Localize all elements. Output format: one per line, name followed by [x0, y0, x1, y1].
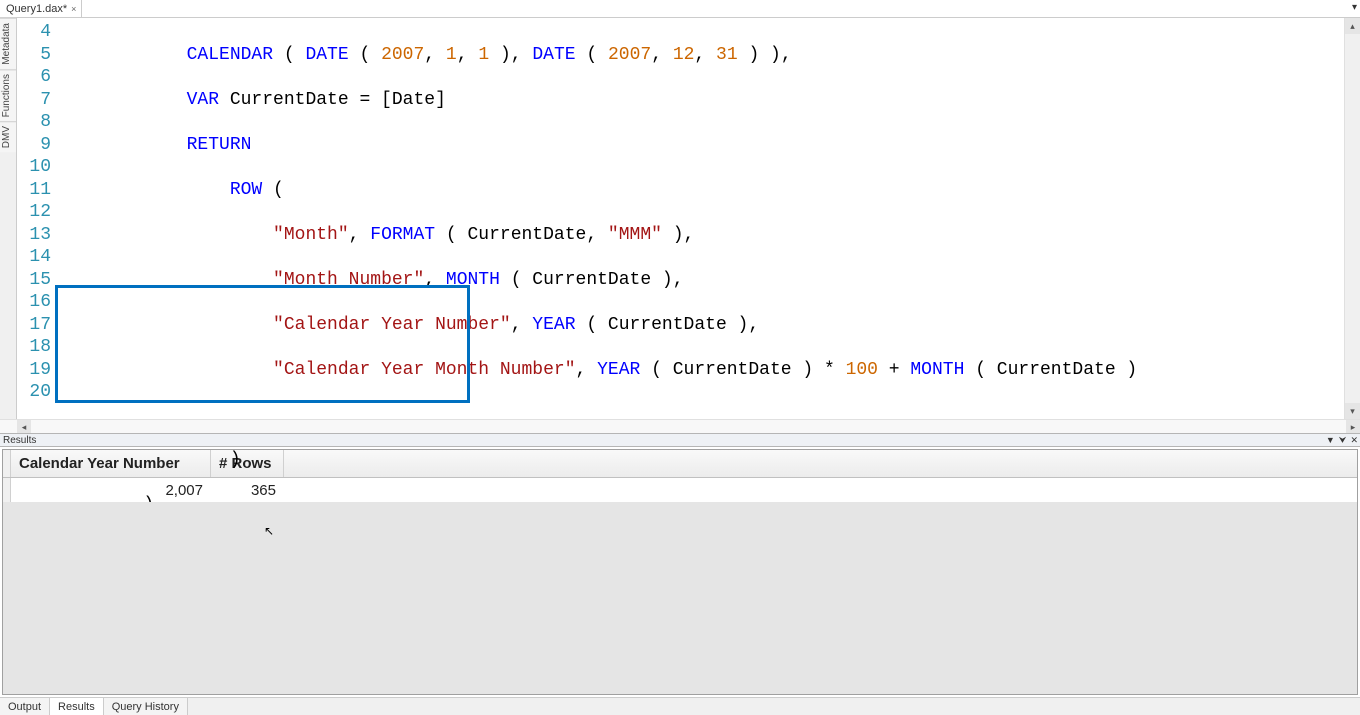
grid-empty-area: ↖ — [3, 502, 1357, 694]
selection-box — [55, 285, 470, 403]
line-number: 14 — [17, 246, 51, 269]
line-number: 5 — [17, 44, 51, 67]
side-tab-dmv[interactable]: DMV — [0, 121, 16, 152]
scroll-down-icon[interactable]: ▾ — [1345, 403, 1360, 419]
line-number: 12 — [17, 201, 51, 224]
line-number: 15 — [17, 269, 51, 292]
line-number: 10 — [17, 156, 51, 179]
line-number-gutter: 4567891011121314151617181920 — [17, 18, 57, 419]
vertical-scrollbar[interactable]: ▴ ▾ — [1344, 18, 1360, 419]
row-handle — [3, 478, 11, 502]
side-tab-metadata[interactable]: Metadata — [0, 18, 16, 69]
editor-area: Metadata Functions DMV 45678910111213141… — [0, 18, 1360, 419]
file-tab-label: Query1.dax* — [6, 3, 67, 15]
line-number: 4 — [17, 21, 51, 44]
line-number: 9 — [17, 134, 51, 157]
results-panel-header: Results ▼ ⮟ ✕ — [0, 433, 1360, 447]
results-title: Results — [3, 435, 36, 446]
line-number: 17 — [17, 314, 51, 337]
line-number: 18 — [17, 336, 51, 359]
line-number: 19 — [17, 359, 51, 382]
tab-output[interactable]: Output — [0, 698, 50, 715]
row-handle — [3, 450, 11, 477]
line-number: 20 — [17, 381, 51, 404]
pin-icon[interactable]: ⮟ — [1339, 435, 1347, 446]
scroll-right-icon[interactable]: ▸ — [1346, 420, 1360, 433]
cursor-icon: ↖ — [264, 524, 274, 538]
scroll-left-icon[interactable]: ◂ — [17, 420, 31, 433]
side-tab-functions[interactable]: Functions — [0, 69, 16, 121]
dropdown-icon[interactable]: ▼ — [1326, 435, 1335, 446]
side-tab-strip: Metadata Functions DMV — [0, 18, 17, 419]
line-number: 6 — [17, 66, 51, 89]
scroll-up-icon[interactable]: ▴ — [1345, 18, 1360, 34]
file-tab-bar: Query1.dax* × ▾ — [0, 0, 1360, 18]
line-number: 7 — [17, 89, 51, 112]
line-number: 11 — [17, 179, 51, 202]
line-number: 16 — [17, 291, 51, 314]
close-icon[interactable]: ✕ — [1350, 435, 1358, 446]
file-tab-query1[interactable]: Query1.dax* × — [0, 0, 82, 17]
line-number: 13 — [17, 224, 51, 247]
close-icon[interactable]: × — [71, 4, 76, 14]
code-editor[interactable]: 4567891011121314151617181920 CALENDAR ( … — [17, 18, 1360, 419]
overflow-menu-icon[interactable]: ▾ — [1352, 2, 1356, 13]
code-area[interactable]: CALENDAR ( DATE ( 2007, 1, 1 ), DATE ( 2… — [57, 18, 1344, 419]
line-number: 8 — [17, 111, 51, 134]
